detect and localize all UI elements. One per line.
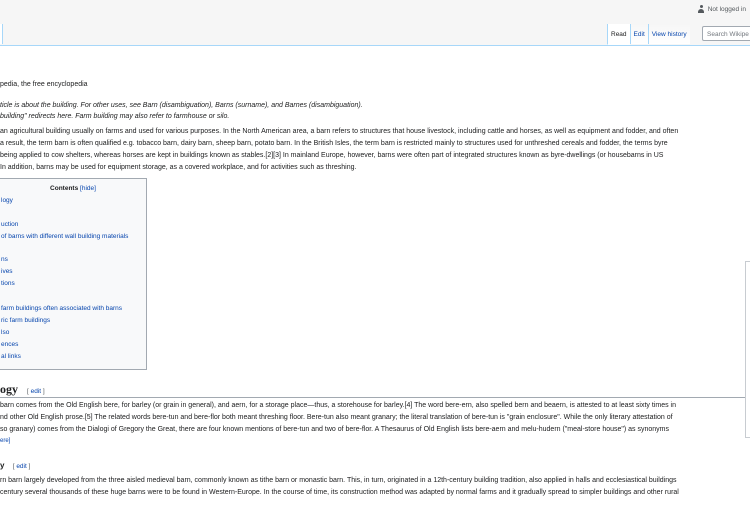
toc-item[interactable]: farm buildings often associated with bar…: [1, 305, 122, 312]
table-of-contents: Contents [hide] logy uction of barns wit…: [0, 178, 147, 370]
toc-item[interactable]: ns: [1, 256, 8, 263]
toc-title-label: Contents: [50, 185, 79, 192]
heading-history: y [ edit ]: [0, 461, 30, 470]
tab-edit[interactable]: Edit: [629, 24, 648, 44]
heading-underline: [0, 397, 750, 398]
personal-tools: Not logged in: [698, 5, 746, 13]
edit-link[interactable]: edit: [16, 463, 26, 470]
toc-item[interactable]: al links: [1, 353, 21, 360]
etymology-line-4[interactable]: ere]: [0, 435, 735, 447]
edit-section: [ edit ]: [12, 463, 31, 470]
heading-etymology-text: ogy: [0, 382, 18, 396]
edit-link[interactable]: edit: [31, 388, 41, 395]
edit-section: [ edit ]: [27, 388, 45, 395]
intro-line-2: a result, the term barn is often qualifi…: [0, 140, 668, 147]
right-infobox-edge: [745, 261, 750, 438]
hatnote-redirect[interactable]: building" redirects here. Farm building …: [0, 113, 229, 120]
toc-item[interactable]: logy: [1, 197, 13, 204]
toc-item[interactable]: tions: [1, 280, 15, 287]
history-line-1: rn barn largely developed from the three…: [0, 477, 677, 484]
top-header: Not logged in Read Edit View history Sea…: [0, 0, 750, 50]
toc-item[interactable]: lso: [1, 329, 9, 336]
tab-read[interactable]: Read: [607, 24, 630, 45]
article-content: pedia, the free encyclopedia ticle is ab…: [0, 45, 750, 506]
hatnote-disambiguation[interactable]: ticle is about the building. For other u…: [0, 102, 363, 109]
toc-title: Contents [hide]: [0, 185, 148, 192]
view-tabs: Read Edit View history: [607, 24, 690, 45]
etymology-line-2: nd other Old English prose.[5] The relat…: [0, 414, 673, 421]
heading-etymology: ogy [ edit ]: [0, 382, 45, 397]
history-line-2: century several thousands of these huge …: [0, 489, 679, 496]
toc-item[interactable]: of barns with different wall building ma…: [1, 233, 128, 240]
toc-item[interactable]: ences: [1, 341, 18, 348]
toc-hide-link[interactable]: [hide]: [80, 185, 96, 192]
intro-line-3: being applied to cow shelters, whereas h…: [0, 152, 664, 159]
toc-item[interactable]: uction: [1, 221, 18, 228]
site-tagline: pedia, the free encyclopedia: [0, 81, 88, 88]
toc-item[interactable]: ric farm buildings: [1, 317, 50, 324]
heading-history-text: y: [0, 461, 5, 470]
not-logged-in-label: Not logged in: [707, 5, 746, 13]
intro-line-1: an agricultural building usually on farm…: [0, 128, 679, 135]
etymology-line-1: barn comes from the Old English bere, fo…: [0, 402, 676, 409]
toc-item[interactable]: ives: [1, 268, 13, 275]
intro-line-4: In addition, barns may be used for equip…: [0, 164, 357, 171]
search-input[interactable]: Search Wikipe: [702, 26, 750, 41]
user-icon: [698, 5, 705, 13]
namespace-tab-edge[interactable]: [0, 24, 3, 44]
tab-view-history[interactable]: View history: [647, 24, 690, 44]
